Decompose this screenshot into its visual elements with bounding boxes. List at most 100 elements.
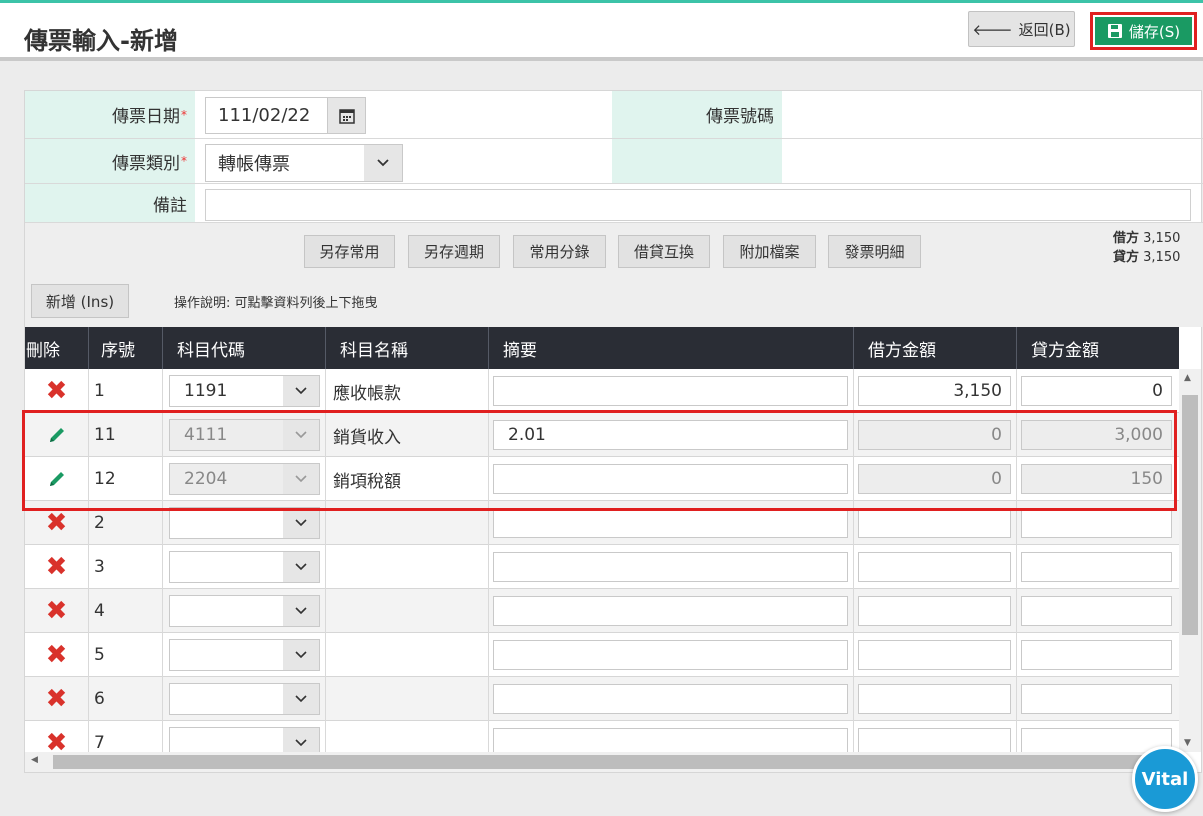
table-row[interactable]: ✖ 5 (25, 633, 1179, 677)
delete-row-icon[interactable]: ✖ (46, 598, 68, 624)
voucher-type-select[interactable]: 轉帳傳票 (205, 144, 403, 182)
memo-input[interactable] (493, 640, 848, 670)
account-code-value: 4111 (184, 425, 228, 445)
credit-amount-input[interactable] (1021, 508, 1172, 538)
delete-row-icon[interactable]: ✖ (46, 378, 68, 404)
account-code-select[interactable] (169, 727, 320, 752)
col-memo: 摘要 (489, 327, 854, 369)
scroll-up-icon[interactable]: ▲ (1184, 373, 1191, 383)
horizontal-scroll-thumb[interactable] (53, 755, 1168, 769)
table-row[interactable]: 12 2204 銷項稅額 0 150 (25, 457, 1179, 501)
vertical-scroll-thumb[interactable] (1182, 395, 1198, 635)
row-credit-cell: 150 (1017, 457, 1179, 501)
debit-amount-input[interactable] (858, 684, 1011, 714)
chevron-down-icon[interactable] (283, 508, 319, 538)
table-row[interactable]: ✖ 4 (25, 589, 1179, 633)
memo-input[interactable] (493, 376, 848, 406)
voucher-no-label: 傳票號碼 (612, 91, 782, 138)
pencil-edit-icon[interactable] (47, 469, 67, 489)
scroll-left-icon[interactable]: ◀ (31, 755, 38, 765)
note-input[interactable] (205, 189, 1191, 221)
account-code-select[interactable]: 1191 (169, 375, 320, 407)
common-entries-button[interactable]: 常用分錄 (513, 235, 606, 268)
debit-amount-input[interactable] (858, 596, 1011, 626)
credit-amount-input[interactable] (1021, 684, 1172, 714)
table-row[interactable]: ✖ 2 (25, 501, 1179, 545)
swap-debit-credit-button[interactable]: 借貸互換 (618, 235, 710, 268)
delete-row-icon[interactable]: ✖ (46, 730, 68, 752)
date-value: 111/02/22 (218, 105, 311, 126)
attach-file-button[interactable]: 附加檔案 (723, 235, 816, 268)
memo-input[interactable] (493, 728, 848, 752)
chevron-down-icon[interactable] (283, 552, 319, 582)
debit-amount-input[interactable]: 3,150 (858, 376, 1011, 406)
memo-input[interactable]: 2.01 (493, 420, 848, 450)
memo-input[interactable] (493, 552, 848, 582)
credit-amount-input[interactable] (1021, 552, 1172, 582)
row-seq: 2 (89, 501, 163, 545)
chevron-down-icon[interactable] (283, 640, 319, 670)
credit-amount-input[interactable] (1021, 728, 1172, 752)
account-code-select[interactable] (169, 683, 320, 715)
chevron-down-icon[interactable] (283, 728, 319, 752)
row-memo-cell (489, 721, 854, 752)
debit-amount-input[interactable] (858, 640, 1011, 670)
row-memo-cell (489, 369, 854, 413)
table-row[interactable]: ✖ 3 (25, 545, 1179, 589)
table-row[interactable]: 11 4111 銷貨收入 2.01 0 3,000 (25, 413, 1179, 457)
account-code-select[interactable] (169, 551, 320, 583)
invoice-details-button[interactable]: 發票明細 (828, 235, 921, 268)
voucher-type-value: 轉帳傳票 (218, 154, 290, 175)
scroll-down-icon[interactable]: ▼ (1184, 738, 1191, 748)
credit-amount-input[interactable]: 0 (1021, 376, 1172, 406)
account-code-select[interactable] (169, 639, 320, 671)
pencil-edit-icon[interactable] (47, 425, 67, 445)
horizontal-scrollbar[interactable]: ◀ (25, 752, 1179, 772)
chevron-down-icon[interactable] (283, 596, 319, 626)
row-credit-cell (1017, 633, 1179, 677)
memo-input[interactable] (493, 508, 848, 538)
delete-row-icon[interactable]: ✖ (46, 510, 68, 536)
chevron-down-icon[interactable] (283, 376, 319, 406)
chevron-down-icon[interactable] (364, 145, 402, 181)
save-as-common-button[interactable]: 另存常用 (304, 235, 395, 268)
chevron-down-icon[interactable] (283, 684, 319, 714)
credit-amount-input[interactable] (1021, 596, 1172, 626)
debit-amount-input[interactable] (858, 508, 1011, 538)
date-field[interactable]: 111/02/22 (205, 97, 366, 134)
credit-amount-input[interactable] (1021, 640, 1172, 670)
vital-logo-badge[interactable]: Vital (1132, 746, 1198, 812)
row-debit-cell: 3,150 (854, 369, 1017, 413)
account-code-select[interactable] (169, 507, 320, 539)
row-credit-cell (1017, 545, 1179, 589)
back-button[interactable]: 🡐 返回(B) (968, 11, 1075, 47)
calendar-icon[interactable] (327, 98, 365, 133)
vertical-scrollbar[interactable]: ▲ ▼ (1179, 369, 1201, 752)
debit-amount-input[interactable] (858, 552, 1011, 582)
save-button[interactable]: 儲存(S) (1095, 17, 1192, 45)
row-action-cell: ✖ (25, 369, 89, 413)
debit-amount-input[interactable] (858, 728, 1011, 752)
row-debit-cell: 0 (854, 457, 1017, 501)
add-row-button[interactable]: 新增 (Ins) (31, 284, 129, 318)
account-code-value: 2204 (184, 469, 228, 489)
delete-row-icon[interactable]: ✖ (46, 554, 68, 580)
row-seq: 6 (89, 677, 163, 721)
table-row[interactable]: ✖ 1 1191 應收帳款 3,150 0 (25, 369, 1179, 413)
row-action-cell (25, 413, 89, 457)
delete-row-icon[interactable]: ✖ (46, 686, 68, 712)
row-account-name: 銷貨收入 (326, 413, 489, 457)
memo-input[interactable] (493, 464, 848, 494)
col-seq: 序號 (89, 327, 163, 369)
memo-input[interactable] (493, 684, 848, 714)
save-as-periodic-button[interactable]: 另存週期 (408, 235, 500, 268)
table-row[interactable]: ✖ 6 (25, 677, 1179, 721)
account-code-select[interactable] (169, 595, 320, 627)
row-memo-cell: 2.01 (489, 413, 854, 457)
memo-input[interactable] (493, 596, 848, 626)
table-row[interactable]: ✖ 7 (25, 721, 1179, 752)
delete-row-icon[interactable]: ✖ (46, 642, 68, 668)
credit-amount-input: 3,000 (1021, 420, 1172, 450)
totals: 借方 3,150 貸方 3,150 (1113, 229, 1180, 267)
row-memo-cell (489, 501, 854, 545)
